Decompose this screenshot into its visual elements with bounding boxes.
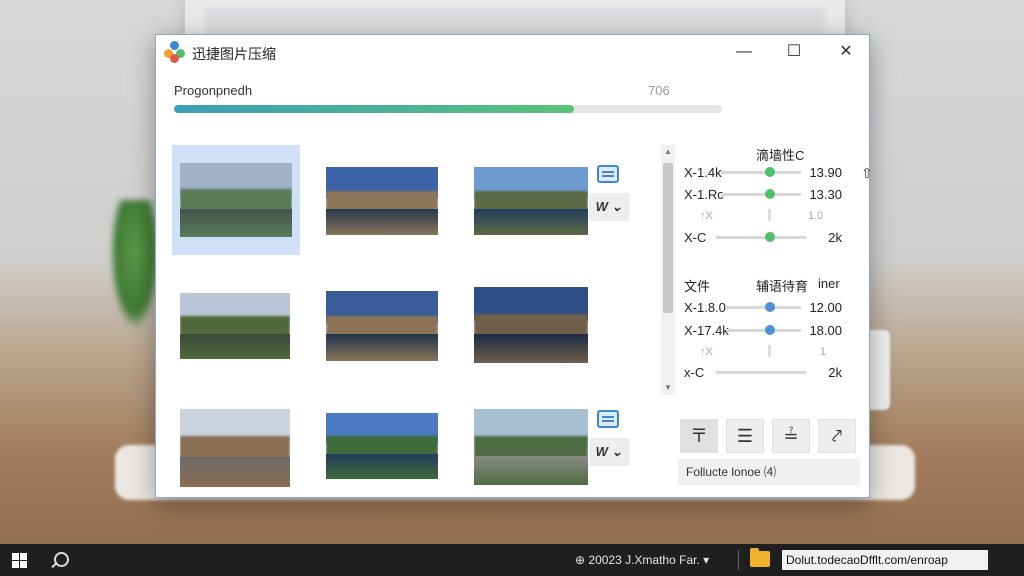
- s2-tick-mark: [768, 345, 771, 357]
- progress-fill: [174, 105, 575, 113]
- s2-row3-value: 1: [820, 346, 827, 358]
- section2-heading-right: iner: [818, 276, 840, 291]
- s1-row4-label: X-C: [684, 230, 707, 245]
- s1-row3-label: ↑X: [700, 210, 713, 222]
- s1-row2-knob[interactable]: [765, 189, 775, 199]
- progress-value: 706: [648, 83, 670, 98]
- s2-row3-label: ↑X: [700, 346, 713, 358]
- image-format-icon[interactable]: [597, 165, 619, 183]
- folder-icon[interactable]: [750, 548, 770, 567]
- s1-row1-knob[interactable]: [765, 167, 775, 177]
- tray-address-box[interactable]: Dolut.todecaoDfflt.com/enroap: [782, 550, 988, 570]
- s2-row2-value: 18.00: [809, 323, 842, 338]
- scrollbar-thumb[interactable]: [663, 163, 673, 313]
- thumbnail-castle-lake[interactable]: [326, 413, 438, 479]
- section2-heading: 辅语待育: [756, 279, 809, 294]
- search-icon[interactable]: [54, 552, 69, 567]
- s1-row2-value: 13.30: [809, 187, 842, 202]
- thumbnail-castle-water[interactable]: [326, 291, 438, 361]
- app-title: 迅捷图片压缩: [192, 46, 276, 62]
- app-window: 迅捷图片压缩 — ☐ ✕ Progonpnedh 706 W ⌄ W ⌄ ▲ ▼…: [155, 34, 873, 498]
- close-button[interactable]: ✕: [823, 39, 869, 65]
- output-folder-field[interactable]: Follucte lonoe ⑷: [678, 459, 860, 485]
- app-logo-icon: [164, 41, 186, 63]
- chevron-down-icon: ⌄: [611, 199, 623, 214]
- thumbnail-palace-garden[interactable]: [180, 293, 290, 359]
- pin-button[interactable]: ⤤: [818, 419, 856, 453]
- s1-row4-knob[interactable]: [765, 232, 775, 242]
- align-top-icon: 〒: [690, 426, 708, 446]
- s2-row2-knob[interactable]: [765, 325, 775, 335]
- section1-heading: 滴墙性C: [756, 148, 805, 163]
- tray-separator: [738, 550, 739, 570]
- side-handle-icon[interactable]: ⇧: [861, 165, 873, 182]
- s1-row1-value: 13.90: [809, 165, 842, 180]
- thumbnail-mountain-lake[interactable]: [180, 163, 292, 237]
- chevron-down-icon: ⌄: [611, 444, 623, 459]
- pin-icon: ⤤: [831, 426, 843, 446]
- taskbar: ⊕ 20023 J.Xmatho Far. ▾ Dolut.todecaoDff…: [0, 544, 1024, 576]
- maximize-button[interactable]: ☐: [771, 39, 817, 65]
- align-split-icon: ≟: [783, 426, 799, 446]
- progress-bar: [174, 105, 722, 113]
- format-dropdown[interactable]: W ⌄: [589, 193, 629, 221]
- s1-row1-label: X-1.4k: [684, 165, 722, 180]
- vertical-scrollbar[interactable]: ▲ ▼: [661, 145, 675, 395]
- thumbnail-street-buildings[interactable]: [180, 409, 290, 487]
- s1-row3-value: 1.0: [808, 210, 824, 222]
- scroll-down-icon[interactable]: ▼: [661, 381, 675, 395]
- thumbnail-castle-garden[interactable]: [474, 167, 588, 235]
- windows-start-icon[interactable]: [12, 553, 27, 568]
- thumbnail-mountain-road[interactable]: [474, 409, 588, 485]
- s1-row2-slider[interactable]: [721, 193, 801, 196]
- minimize-button[interactable]: —: [721, 39, 767, 65]
- s2-row1-value: 12.00: [809, 300, 842, 315]
- s2-row1-knob[interactable]: [765, 302, 775, 312]
- thumbnail-castle-water[interactable]: [326, 167, 438, 235]
- menu-lines-icon: ☰: [736, 426, 754, 446]
- section2-heading-left: 文件: [684, 279, 711, 294]
- s2-row2-label: X-17.4k: [684, 323, 729, 338]
- s1-row1-slider[interactable]: [721, 171, 801, 174]
- s1-row2-label: X-1.Rc: [684, 187, 724, 202]
- scroll-up-icon[interactable]: ▲: [661, 145, 675, 159]
- align-split-button[interactable]: ≟: [772, 419, 810, 453]
- format-dropdown-2[interactable]: W ⌄: [589, 438, 629, 466]
- s2-row1-label: X-1.8.0: [684, 300, 726, 315]
- chevron-down-icon: ▾: [703, 553, 710, 567]
- title-bar: 迅捷图片压缩 — ☐ ✕: [156, 35, 869, 69]
- image-format-icon-2[interactable]: [597, 410, 619, 428]
- background-plant: [110, 200, 160, 330]
- align-top-button[interactable]: 〒: [680, 419, 718, 453]
- s1-row4-value: 2k: [828, 230, 842, 245]
- progress-label: Progonpnedh: [174, 83, 253, 98]
- thumbnail-castle-night-water[interactable]: [474, 287, 588, 363]
- s1-tick-mark: [768, 209, 771, 221]
- tray-status-text[interactable]: ⊕ 20023 J.Xmatho Far. ▾: [575, 553, 709, 567]
- s2-row4-label: x-C: [684, 365, 705, 380]
- s2-row4-value: 2k: [828, 365, 842, 380]
- menu-lines-button[interactable]: ☰: [726, 419, 764, 453]
